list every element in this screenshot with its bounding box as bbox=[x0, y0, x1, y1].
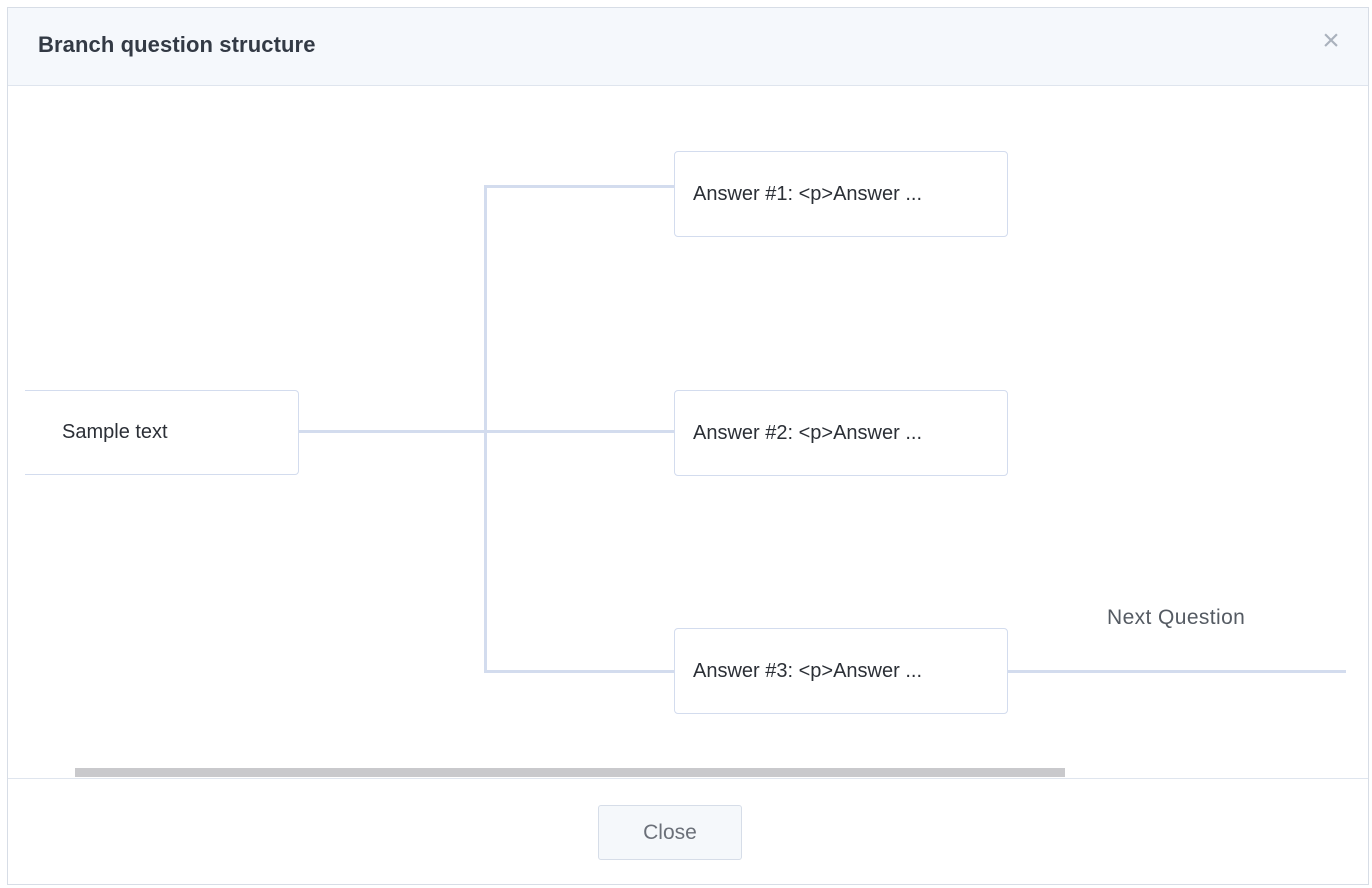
answer-2-connector bbox=[486, 430, 676, 433]
root-connector bbox=[298, 430, 486, 433]
branch-diagram: Sample text Answer #1: <p>Answer ... Ans… bbox=[8, 86, 1368, 778]
answer-node-label: Answer #2: <p>Answer ... bbox=[693, 421, 923, 444]
next-question-label: Next Question bbox=[1107, 606, 1246, 629]
scrollbar-thumb[interactable] bbox=[75, 768, 1065, 777]
vertical-connector bbox=[484, 185, 487, 673]
next-question-connector bbox=[1006, 670, 1346, 673]
dialog-footer: Close bbox=[8, 778, 1368, 884]
dialog-header: Branch question structure × bbox=[8, 8, 1368, 86]
answer-3-connector bbox=[484, 670, 676, 673]
dialog-title: Branch question structure bbox=[38, 32, 316, 57]
question-node: Sample text bbox=[25, 390, 299, 475]
answer-node-label: Answer #1: <p>Answer ... bbox=[693, 182, 923, 205]
close-icon[interactable]: × bbox=[1316, 26, 1346, 56]
answer-node-1[interactable]: Answer #1: <p>Answer ... bbox=[674, 151, 1008, 237]
question-node-label: Sample text bbox=[62, 421, 168, 443]
answer-node-3[interactable]: Answer #3: <p>Answer ... bbox=[674, 628, 1008, 714]
close-button[interactable]: Close bbox=[598, 805, 742, 860]
branch-structure-dialog: Branch question structure × Sample text … bbox=[7, 7, 1369, 885]
answer-node-2[interactable]: Answer #2: <p>Answer ... bbox=[674, 390, 1008, 476]
answer-node-label: Answer #3: <p>Answer ... bbox=[693, 659, 923, 682]
horizontal-scrollbar[interactable] bbox=[8, 768, 1368, 778]
answer-1-connector bbox=[484, 185, 676, 188]
